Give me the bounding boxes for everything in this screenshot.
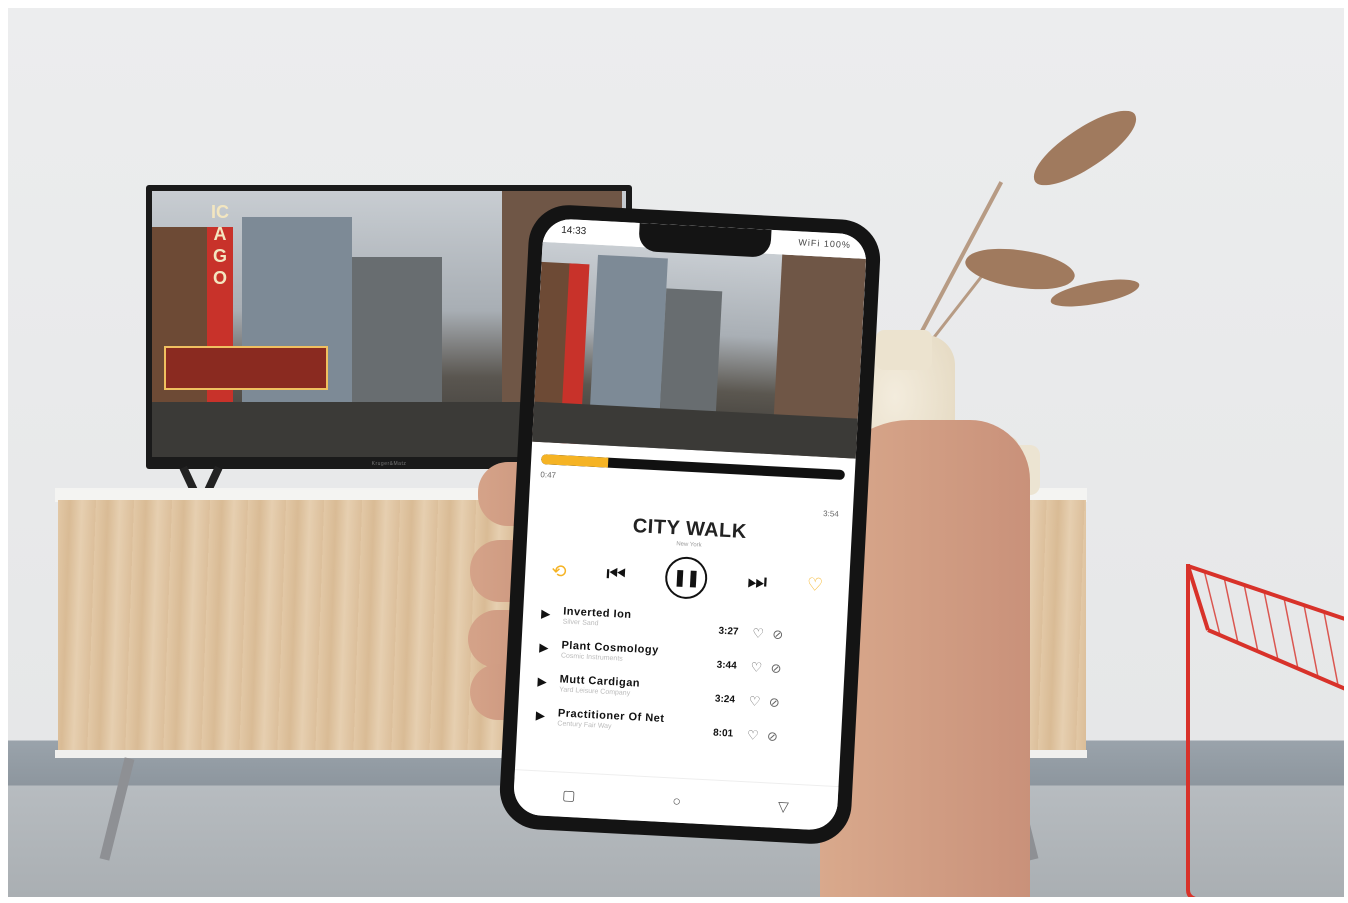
dried-branch [930,269,988,342]
total-duration: 3:54 [822,508,839,519]
cabinet-leg [99,757,135,861]
pause-icon[interactable]: ❚❚ [664,555,709,600]
marquee [164,346,328,390]
tv-sign-text: ICAGO [211,202,229,288]
repeat-icon[interactable]: ⟲ [551,560,567,582]
track-time: 3:44 [716,659,737,672]
progress-bar[interactable] [540,454,846,481]
heart-icon[interactable]: ♡ [747,727,759,744]
tv-brand: Kruger&Matz [371,461,407,467]
android-nav-bar: ▢ ○ ▽ [512,769,839,832]
phone-screen: 14:33 WiFi 100% 0:47 3:54 CITY WALK New … [512,217,868,832]
heart-icon[interactable]: ♡ [748,693,760,710]
play-icon[interactable]: ▶ [537,674,547,688]
heart-icon[interactable]: ♡ [752,625,764,642]
track-artist: Silver Sand [562,618,599,628]
smartphone: 14:33 WiFi 100% 0:47 3:54 CITY WALK New … [497,203,883,846]
play-icon[interactable]: ▶ [539,640,549,654]
play-icon[interactable]: ▶ [541,606,551,620]
back-icon[interactable]: ▽ [778,798,790,816]
track-list: ▶ Inverted Ion Silver Sand 3:27 ♡ ⊘ ▶ Pl… [535,602,832,753]
video-preview[interactable] [532,241,867,459]
track-time: 8:01 [712,727,734,740]
player-controls: ⟲ ⏮ ❚❚ ⏭ ♡ [550,549,824,607]
recent-apps-icon[interactable]: ▢ [562,786,576,804]
block-icon[interactable]: ⊘ [772,626,784,643]
block-icon[interactable]: ⊘ [767,728,779,745]
block-icon[interactable]: ⊘ [770,660,782,677]
track-time: 3:24 [714,693,736,706]
status-icons: WiFi 100% [798,237,852,251]
heart-icon[interactable]: ♡ [806,574,823,596]
play-icon[interactable]: ▶ [535,708,545,722]
heart-icon[interactable]: ♡ [750,659,762,676]
vase-neck [876,330,932,370]
track-artist: Century Fair Way [557,720,612,731]
home-icon[interactable]: ○ [672,792,681,808]
previous-icon[interactable]: ⏮ [606,561,627,588]
track-time: 3:27 [718,625,739,638]
dried-leaf [1023,100,1147,196]
progress-fill [540,454,609,468]
elapsed-time: 0:47 [540,470,557,480]
next-icon[interactable]: ⏭ [747,568,768,595]
photo-scene: ICAGO Kruger&Matz 14:33 WiFi 100% 0:47 3… [0,0,1348,903]
block-icon[interactable]: ⊘ [768,694,780,711]
red-wire-chair [1186,564,1348,902]
dried-leaf [962,238,1078,300]
status-time: 14:33 [560,224,587,238]
